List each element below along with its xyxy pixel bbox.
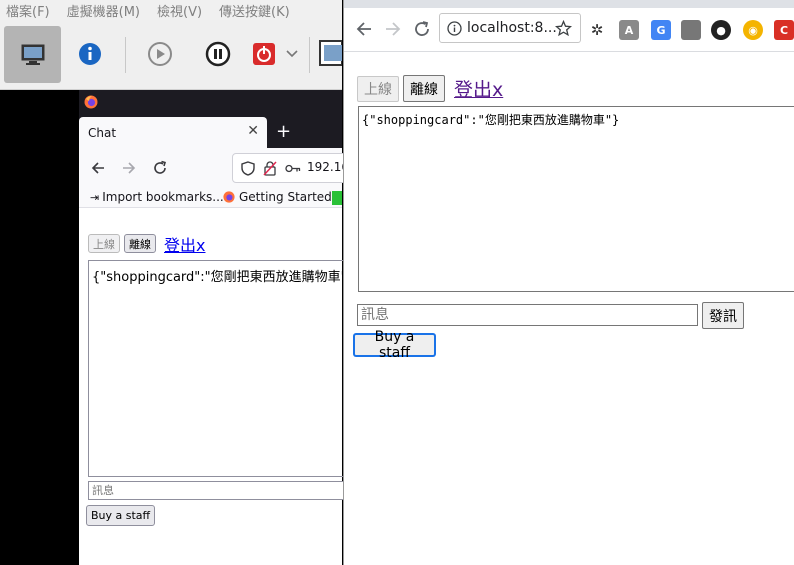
vm-toolbar-separator <box>309 37 310 73</box>
forward-icon <box>123 162 136 174</box>
vm-menu-file[interactable]: 檔案(F) <box>6 1 50 20</box>
vm-menu-machine[interactable]: 虛擬機器(M) <box>67 1 140 20</box>
lock-icon[interactable] <box>263 161 277 176</box>
vm-toolbar-separator <box>125 37 126 73</box>
import-icon: ⇥ <box>90 190 100 204</box>
vm-details-button[interactable] <box>76 40 104 68</box>
star-icon[interactable] <box>555 20 572 37</box>
vm-menu-sendkeys[interactable]: 傳送按鍵(K) <box>219 1 290 20</box>
firefox-tab-chat[interactable]: Chat ✕ <box>79 117 267 148</box>
offline-button[interactable]: 離線 <box>124 234 156 253</box>
close-icon[interactable]: ✕ <box>247 123 259 139</box>
shield-icon[interactable] <box>241 161 255 176</box>
vm-fullscreen-button[interactable] <box>318 38 342 70</box>
message-log: {"shoppingcard":"您剛把東西放進購物車"} <box>88 260 358 477</box>
grid-extension-icon[interactable] <box>681 20 701 40</box>
monitor-icon <box>319 40 342 66</box>
monitor-icon <box>21 44 44 65</box>
online-button[interactable]: 上線 <box>88 234 120 253</box>
vm-console-button[interactable] <box>4 26 61 83</box>
firefox-icon <box>223 191 235 203</box>
chrome-window: localhost:8... ✲ A G ● ◉ C 上線 離線 登出x {"s… <box>343 0 794 565</box>
reload-icon[interactable] <box>152 160 168 176</box>
firefox-icon <box>84 95 98 109</box>
vm-pause-button[interactable] <box>204 40 232 68</box>
send-button[interactable]: 發訊 <box>702 302 744 329</box>
guest-page-content: 上線 離線 登出x {"shoppingcard":"您剛把東西放進購物車"} … <box>79 208 358 565</box>
power-icon <box>253 43 275 65</box>
vm-toolbar <box>0 20 342 90</box>
info-icon <box>79 43 101 65</box>
bug-extension-icon[interactable]: ✲ <box>587 20 607 40</box>
message-input[interactable] <box>357 304 698 326</box>
tag-extension-icon[interactable]: A <box>619 20 639 40</box>
buy-staff-button[interactable]: Buy a staff <box>354 329 435 361</box>
key-icon[interactable] <box>285 164 301 173</box>
red-extension-icon[interactable]: C <box>774 20 794 40</box>
globe-extension-icon[interactable]: ◉ <box>743 20 763 40</box>
play-icon <box>148 42 172 66</box>
message-log-text: {"shoppingcard":"您剛把東西放進購物車"} <box>92 270 355 285</box>
vm-menubar: 檔案(F) 虛擬機器(M) 檢視(V) 傳送按鍵(K) <box>0 0 342 20</box>
logout-link[interactable]: 登出x <box>454 75 503 102</box>
vm-shutdown-button[interactable] <box>251 41 277 67</box>
info-icon[interactable] <box>447 21 462 36</box>
chrome-tab-strip[interactable] <box>344 0 794 8</box>
chevron-down-icon <box>286 50 298 58</box>
google-translate-icon[interactable]: G <box>651 20 671 40</box>
buy-staff-button[interactable]: Buy a staff <box>86 505 156 526</box>
bookmark-getting-started[interactable]: Getting Started <box>223 190 332 204</box>
firefox-url-bar[interactable]: 192.16 <box>232 153 352 183</box>
back-icon[interactable] <box>91 161 105 175</box>
bookmark-import[interactable]: ⇥ Import bookmarks... <box>90 190 224 204</box>
message-log: {"shoppingcard":"您剛把東西放進購物車"} <box>358 106 794 292</box>
new-tab-icon[interactable]: + <box>276 121 291 142</box>
offline-button[interactable]: 離線 <box>403 75 445 102</box>
forward-icon <box>386 22 401 36</box>
online-button[interactable]: 上線 <box>357 76 399 102</box>
pause-icon <box>205 41 231 67</box>
vm-run-button[interactable] <box>146 40 174 68</box>
bookmark-import-label: Import bookmarks... <box>102 190 224 204</box>
firefox-bookmarks-bar: ⇥ Import bookmarks... Getting Started <box>79 188 342 208</box>
chrome-toolbar: localhost:8... ✲ A G ● ◉ C <box>344 8 794 52</box>
logout-link[interactable]: 登出x <box>164 232 205 256</box>
vm-menu-view[interactable]: 檢視(V) <box>157 1 202 20</box>
vm-shutdown-menu-button[interactable] <box>284 46 300 62</box>
reload-icon[interactable] <box>413 20 431 38</box>
message-log-text: {"shoppingcard":"您剛把東西放進購物車"} <box>362 113 620 127</box>
message-input[interactable] <box>88 481 358 500</box>
bookmark-folder-icon[interactable] <box>332 191 342 205</box>
firefox-tab-title: Chat <box>88 126 117 140</box>
chrome-omnibox[interactable]: localhost:8... <box>439 13 581 43</box>
ghost-extension-icon[interactable]: ● <box>711 20 731 40</box>
bookmark-getting-started-label: Getting Started <box>239 190 332 204</box>
back-icon[interactable] <box>356 21 372 37</box>
chrome-url-text: localhost:8... <box>467 20 557 36</box>
